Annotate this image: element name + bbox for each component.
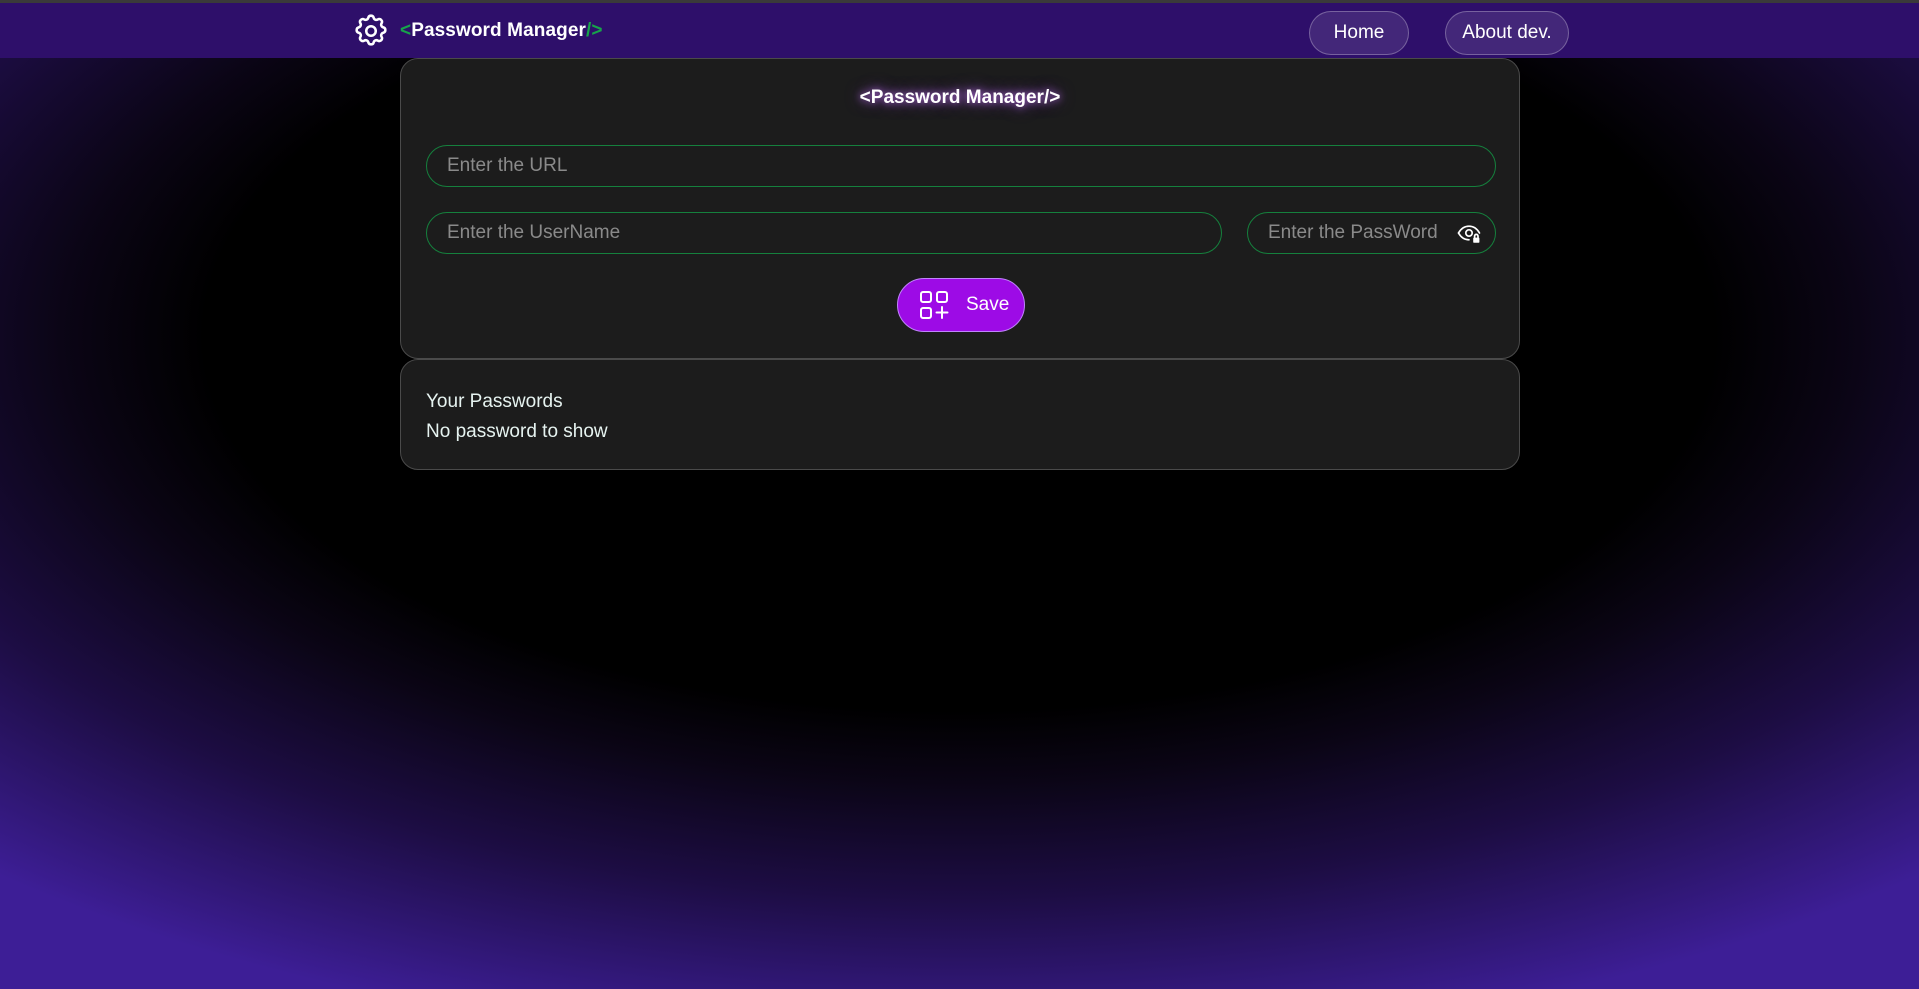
url-input[interactable] xyxy=(427,146,1495,186)
navbar: <Password Manager/> Home About dev. xyxy=(0,3,1919,58)
brand-text: <Password Manager/> xyxy=(400,20,603,42)
save-button-label: Save xyxy=(966,294,1010,315)
url-field-wrapper xyxy=(426,145,1496,187)
passwords-list-card: Your Passwords No password to show xyxy=(400,359,1520,470)
eye-lock-icon[interactable] xyxy=(1457,223,1481,245)
brand[interactable]: <Password Manager/> xyxy=(352,12,603,50)
grid-add-icon xyxy=(920,291,949,319)
passwords-title: Your Passwords xyxy=(426,391,563,412)
nav-home-button[interactable]: Home xyxy=(1309,11,1409,55)
brand-name: Password Manager xyxy=(411,20,586,41)
empty-state-text: No password to show xyxy=(426,421,608,442)
brand-close: /> xyxy=(585,20,603,41)
form-title: <Password Manager/> xyxy=(859,87,1061,108)
username-input[interactable] xyxy=(427,213,1221,253)
nav-about-button[interactable]: About dev. xyxy=(1445,11,1569,55)
password-field-wrapper xyxy=(1247,212,1496,254)
gear-icon xyxy=(355,14,387,46)
password-form-card: <Password Manager/> Save xyxy=(400,58,1520,359)
brand-open: < xyxy=(400,20,412,41)
username-field-wrapper xyxy=(426,212,1222,254)
save-button[interactable]: Save xyxy=(897,278,1025,332)
